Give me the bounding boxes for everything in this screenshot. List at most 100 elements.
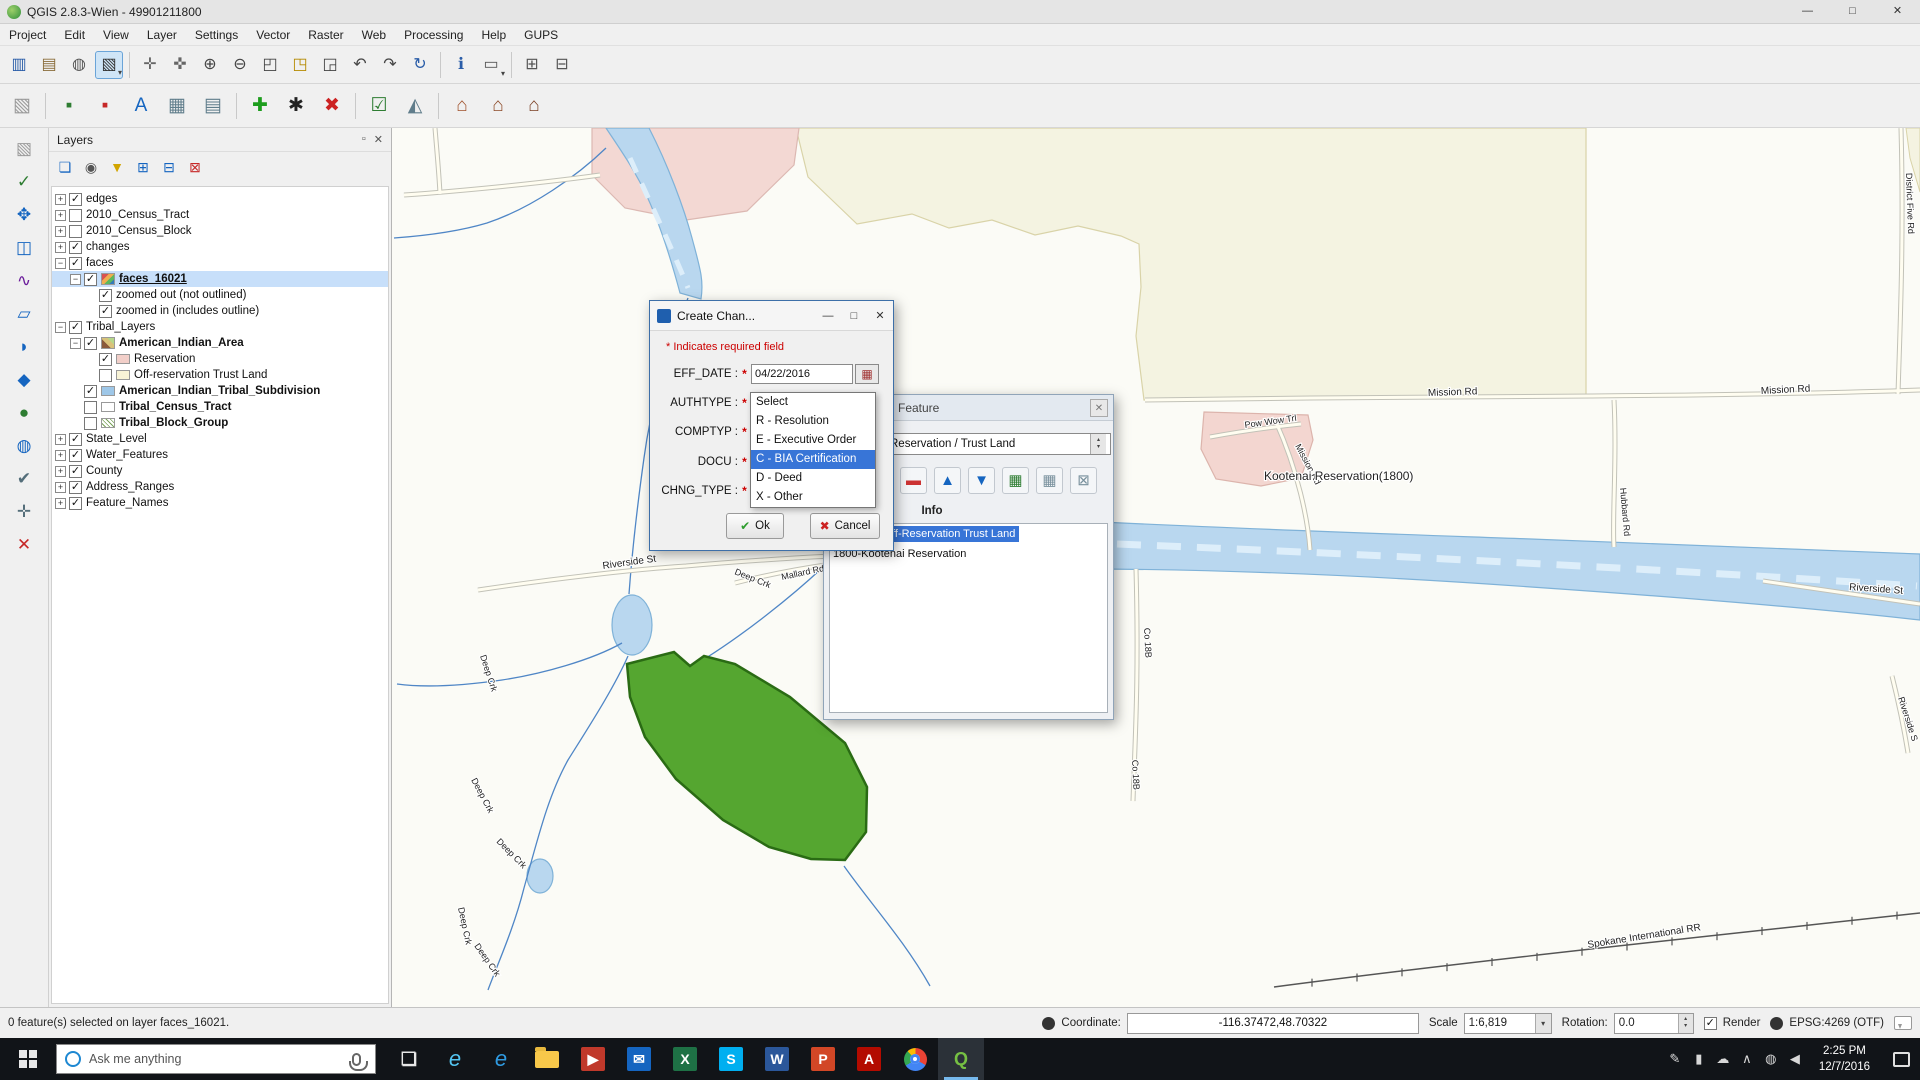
expander-icon[interactable]: + (55, 226, 66, 237)
zoom-to-layer-button[interactable]: ◲ (316, 51, 344, 79)
attribute-table-button[interactable]: ▦ (160, 89, 194, 123)
layer-row-2010-census-block[interactable]: +2010_Census_Block (52, 223, 388, 239)
create-dialog-minimize-button[interactable]: — (815, 310, 841, 322)
collapse-all-button[interactable]: ⊟ (157, 155, 181, 179)
layer-row-off-reservation-trust-land[interactable]: Off-reservation Trust Land (52, 367, 388, 383)
edge-browser-taskbar-button[interactable]: e (478, 1038, 524, 1080)
layer-checkbox[interactable]: ✓ (84, 273, 97, 286)
label-tool-button[interactable]: A (124, 89, 158, 123)
start-button[interactable] (0, 1038, 56, 1080)
layer-checkbox[interactable] (69, 209, 82, 222)
expander-icon[interactable]: + (55, 242, 66, 253)
add-vertex-button[interactable]: ▪ (52, 89, 86, 123)
create-dialog-maximize-button[interactable]: □ (841, 310, 867, 322)
excel-taskbar-button[interactable]: X (662, 1038, 708, 1080)
layer-row-zoomed-in-includes-outline[interactable]: ✓zoomed in (includes outline) (52, 303, 388, 319)
select-features-button[interactable]: ▧▾ (95, 51, 123, 79)
layer-row-changes[interactable]: +✓changes (52, 239, 388, 255)
dropdown-option-c-bia-certification[interactable]: C - BIA Certification (751, 450, 875, 469)
zoom-full-button[interactable]: ◰ (256, 51, 284, 79)
touch-zoom-button[interactable]: ✛ (136, 51, 164, 79)
layer-checkbox[interactable]: ✓ (69, 241, 82, 254)
remove-layer-button[interactable]: ⊠ (183, 155, 207, 179)
menu-item-view[interactable]: View (94, 24, 138, 46)
select-tool-button[interactable]: ▧ (7, 133, 41, 164)
coordinate-input[interactable] (1127, 1013, 1419, 1034)
skype-taskbar-button[interactable]: S (708, 1038, 754, 1080)
rotation-spin-buttons[interactable]: ▴ ▾ (1678, 1014, 1693, 1033)
expand-all-button[interactable]: ⊞ (131, 155, 155, 179)
create-dialog-close-button[interactable]: ✕ (867, 309, 893, 322)
layer-checkbox[interactable]: ✓ (84, 337, 97, 350)
expander-icon[interactable]: − (55, 258, 66, 269)
task-view-taskbar-button[interactable]: ❏ (386, 1038, 432, 1080)
panel-float-icon[interactable]: ▫ (362, 133, 366, 146)
layer-checkbox[interactable] (84, 417, 97, 430)
close-feature-tool-button[interactable]: ⊠ (1070, 467, 1097, 494)
internet-explorer-taskbar-button[interactable]: e (432, 1038, 478, 1080)
menu-item-gups[interactable]: GUPS (515, 24, 567, 46)
composer-manager-button[interactable]: ◍ (65, 51, 93, 79)
layer-checkbox[interactable]: ✓ (69, 449, 82, 462)
dropdown-option-select[interactable]: Select (751, 393, 875, 412)
filter-legend-button[interactable]: ▼ (105, 155, 129, 179)
delete-feature-button[interactable]: ✖ (315, 89, 349, 123)
ok-button[interactable]: ✔ Ok (726, 513, 784, 539)
expander-icon[interactable]: + (55, 434, 66, 445)
layer-row-faces[interactable]: −✓faces (52, 255, 388, 271)
layer-row-tribal-census-tract[interactable]: Tribal_Census_Tract (52, 399, 388, 415)
layer-row-american-indian-tribal-subdivision[interactable]: ✓American_Indian_Tribal_Subdivision (52, 383, 388, 399)
expander-icon[interactable]: + (55, 466, 66, 477)
previous-feature-button[interactable]: ▲ (934, 467, 961, 494)
show-on-map-button[interactable]: ▦ (1002, 467, 1029, 494)
volume-tray-icon[interactable]: ◀ (1783, 1038, 1807, 1080)
menu-item-project[interactable]: Project (0, 24, 55, 46)
new-print-composer-button[interactable]: ▤ (35, 51, 63, 79)
draw-curve-button[interactable]: ∿ (7, 265, 41, 296)
layer-row-tribal-block-group[interactable]: Tribal_Block_Group (52, 415, 388, 431)
cancel-button[interactable]: ✖ Cancel (810, 513, 880, 539)
expander-icon[interactable]: + (55, 450, 66, 461)
measure-line-button[interactable]: ▭▾ (477, 51, 505, 79)
layer-properties-button[interactable]: ▤ (196, 89, 230, 123)
layer-row-2010-census-tract[interactable]: +2010_Census_Tract (52, 207, 388, 223)
create-dialog-titlebar[interactable]: Create Chan... — □ ✕ (650, 301, 893, 331)
delete-vertex-button[interactable]: ▪ (88, 89, 122, 123)
map-canvas[interactable]: Mission RdMission RdPow Wow TrlMission R… (392, 128, 1920, 1007)
menu-item-raster[interactable]: Raster (299, 24, 352, 46)
layer-row-zoomed-out-not-outlined[interactable]: ✓zoomed out (not outlined) (52, 287, 388, 303)
validate-changes-button[interactable]: ☑ (362, 89, 396, 123)
render-checkbox[interactable]: ✓ (1704, 1017, 1717, 1030)
taskbar-clock[interactable]: 2:25 PM 12/7/2016 (1809, 1043, 1880, 1075)
expander-icon[interactable]: + (55, 194, 66, 205)
dropdown-option-r-resolution[interactable]: R - Resolution (751, 412, 875, 431)
onedrive-tray-icon[interactable]: ☁ (1711, 1038, 1735, 1080)
layer-checkbox[interactable]: ✓ (69, 193, 82, 206)
add-feature-button[interactable]: ✚ (243, 89, 277, 123)
layer-row-feature-names[interactable]: +✓Feature_Names (52, 495, 388, 511)
add-linear-feature-button[interactable]: ✓ (7, 166, 41, 197)
pan-map-button[interactable]: ✜ (166, 51, 194, 79)
expander-icon[interactable]: − (70, 274, 81, 285)
window-close-button[interactable]: ✕ (1875, 0, 1920, 23)
add-block-button[interactable]: ◆ (7, 364, 41, 395)
import-addresses-button[interactable]: ⌂ (445, 89, 479, 123)
layer-checkbox[interactable]: ✓ (99, 305, 112, 318)
media-player-taskbar-button[interactable]: ▶ (570, 1038, 616, 1080)
expander-icon[interactable]: + (55, 498, 66, 509)
show-hidden-icons-tray-icon[interactable]: ∧ (1735, 1038, 1759, 1080)
layer-visibility-button[interactable]: ◉ (79, 155, 103, 179)
feature-dialog-close-button[interactable]: ✕ (1090, 399, 1108, 417)
next-feature-button[interactable]: ▼ (968, 467, 995, 494)
select-features-secondary-button[interactable]: ▧ (5, 89, 39, 123)
show-bookmarks-button[interactable]: ⊟ (548, 51, 576, 79)
messages-icon[interactable] (1894, 1016, 1912, 1030)
chrome-taskbar-button[interactable] (892, 1038, 938, 1080)
action-center-button[interactable] (1882, 1038, 1920, 1080)
zoom-out-button[interactable]: ⊖ (226, 51, 254, 79)
menu-item-vector[interactable]: Vector (247, 24, 299, 46)
window-minimize-button[interactable]: — (1785, 0, 1830, 23)
calendar-button[interactable]: ▦ (855, 364, 879, 384)
crs-status-icon[interactable] (1770, 1017, 1783, 1030)
file-explorer-taskbar-button[interactable] (524, 1038, 570, 1080)
